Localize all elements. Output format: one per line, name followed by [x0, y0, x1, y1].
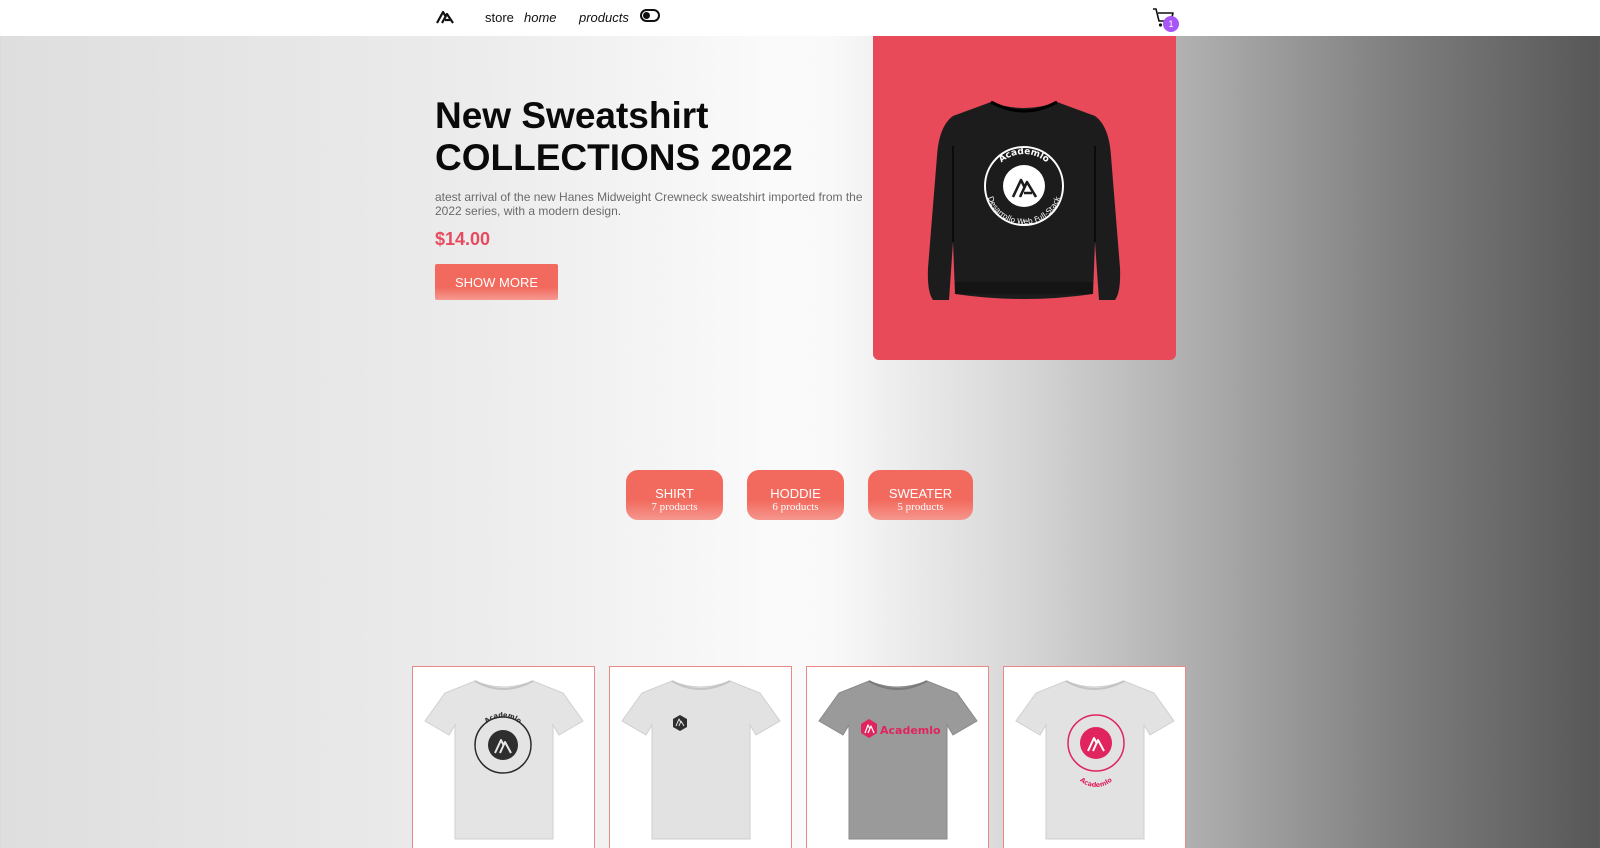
- hero-price: $14.00: [435, 229, 491, 249]
- category-hoddie-button[interactable]: HODDIE 6 products: [747, 470, 844, 520]
- hero-title: New Sweatshirt COLLECTIONS 2022: [435, 95, 793, 178]
- category-count: 7 products: [651, 501, 698, 513]
- show-more-button[interactable]: SHOW MORE: [435, 264, 558, 300]
- category-name: HODDIE: [770, 486, 821, 501]
- shirt-print-text: Academlo: [880, 724, 941, 737]
- product-card[interactable]: Academlo: [806, 666, 989, 848]
- nav-home-link[interactable]: home: [524, 10, 557, 25]
- tshirt-circle-logo-image: Academlo: [424, 680, 584, 840]
- category-name: SWEATER: [888, 486, 953, 501]
- tshirt-pink-circle-image: Academlo: [1015, 680, 1175, 840]
- toggle-icon: [643, 12, 650, 19]
- category-name: SHIRT: [655, 486, 694, 501]
- category-shirt-button[interactable]: SHIRT 7 products: [626, 470, 723, 520]
- academlo-logo-icon[interactable]: [436, 9, 456, 25]
- cart-count-badge: 1: [1163, 16, 1179, 32]
- category-count: 5 products: [897, 501, 944, 513]
- theme-toggle[interactable]: [640, 9, 660, 22]
- tshirt-small-logo-image: [621, 680, 781, 840]
- product-card[interactable]: Academlo: [1003, 666, 1186, 848]
- nav-store-link[interactable]: store: [485, 10, 514, 25]
- tshirt-wordmark-image: Academlo: [818, 680, 978, 840]
- category-sweater-button[interactable]: SWEATER 5 products: [868, 470, 973, 520]
- product-card[interactable]: [609, 666, 792, 848]
- nav-products-link[interactable]: products: [579, 10, 629, 25]
- hero-description: atest arrival of the new Hanes Midweight…: [435, 190, 863, 218]
- top-navbar: store home products 1: [0, 0, 1600, 36]
- hero-product-image: Academlo Desarrollo Web Full-Stack: [873, 36, 1176, 360]
- product-card[interactable]: Academlo: [412, 666, 595, 848]
- sweatshirt-image: Academlo Desarrollo Web Full-Stack: [927, 100, 1121, 300]
- category-count: 6 products: [772, 501, 819, 513]
